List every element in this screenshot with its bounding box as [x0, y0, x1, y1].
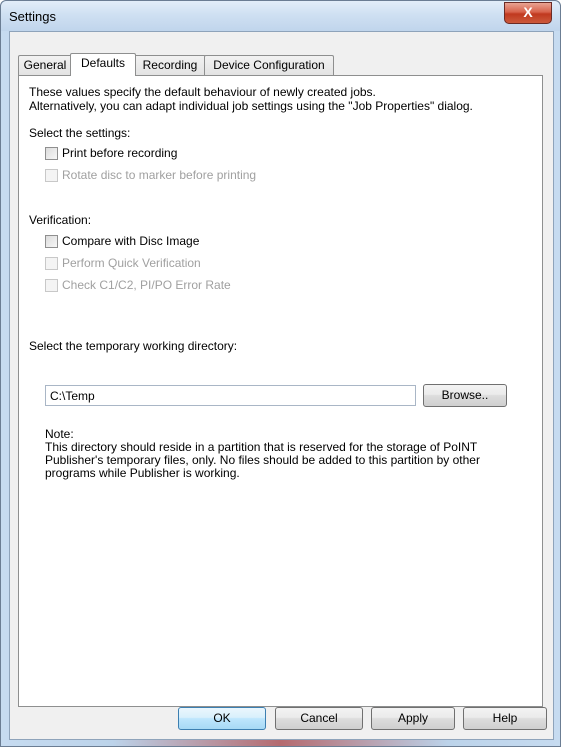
- cancel-button[interactable]: Cancel: [275, 707, 363, 730]
- apply-button[interactable]: Apply: [371, 707, 455, 730]
- note-title: Note:: [45, 427, 74, 441]
- browse-button[interactable]: Browse..: [423, 384, 507, 407]
- ok-button[interactable]: OK: [178, 707, 266, 730]
- quick-verification-label: Perform Quick Verification: [62, 256, 201, 270]
- error-rate-checkbox: [45, 279, 58, 292]
- intro-line-1: These values specify the default behavio…: [29, 85, 376, 99]
- compare-disc-image-label: Compare with Disc Image: [62, 234, 200, 248]
- tab-device-configuration[interactable]: Device Configuration: [204, 55, 334, 75]
- note-line-3: programs while Publisher is working.: [45, 466, 240, 480]
- error-rate-label: Check C1/C2, PI/PO Error Rate: [62, 278, 231, 292]
- help-button[interactable]: Help: [463, 707, 547, 730]
- tab-recording[interactable]: Recording: [134, 55, 206, 75]
- print-before-recording-label: Print before recording: [62, 146, 178, 160]
- tab-defaults[interactable]: Defaults: [70, 53, 136, 76]
- verification-section-label: Verification:: [29, 213, 92, 227]
- settings-window: Settings X General Defaults Recording De…: [0, 0, 561, 747]
- temp-directory-input[interactable]: C:\Temp: [45, 385, 416, 406]
- quick-verification-checkbox: [45, 257, 58, 270]
- note-line-2: Publisher's temporary files, only. No fi…: [45, 453, 480, 467]
- close-icon: X: [523, 4, 533, 20]
- defaults-tab-panel: These values specify the default behavio…: [18, 75, 543, 707]
- title-bar[interactable]: Settings X: [1, 1, 560, 31]
- rotate-disc-label: Rotate disc to marker before printing: [62, 168, 257, 182]
- window-title: Settings: [9, 9, 56, 24]
- dialog-body: General Defaults Recording Device Config…: [9, 31, 554, 740]
- settings-section-label: Select the settings:: [29, 126, 131, 140]
- temp-directory-label: Select the temporary working directory:: [29, 339, 238, 353]
- close-button[interactable]: X: [504, 2, 552, 24]
- rotate-disc-checkbox: [45, 169, 58, 182]
- compare-disc-image-checkbox[interactable]: [45, 235, 58, 248]
- print-before-recording-checkbox[interactable]: [45, 147, 58, 160]
- note-line-1: This directory should reside in a partit…: [45, 440, 478, 454]
- intro-line-2: Alternatively, you can adapt individual …: [29, 99, 473, 113]
- tab-general[interactable]: General: [18, 55, 72, 75]
